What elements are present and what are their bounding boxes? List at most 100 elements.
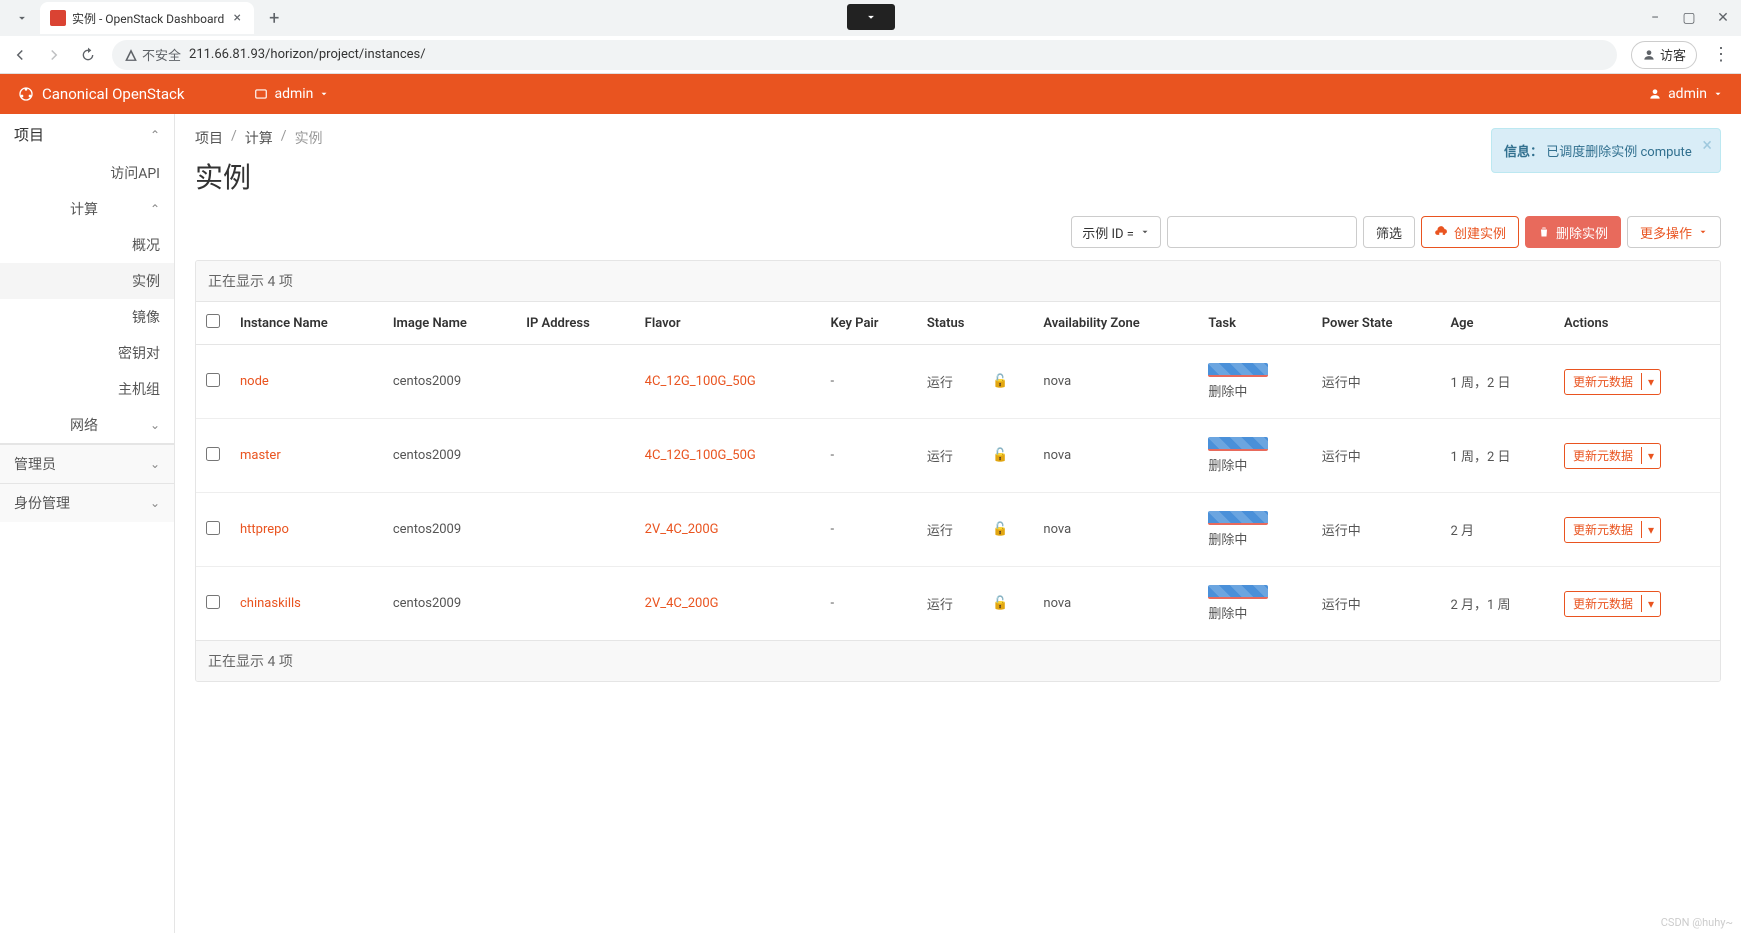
- col-flavor[interactable]: Flavor: [635, 302, 821, 345]
- instance-name-link[interactable]: httprepo: [240, 522, 289, 537]
- row-checkbox[interactable]: [206, 521, 220, 535]
- more-actions-button[interactable]: 更多操作: [1627, 216, 1721, 248]
- row-checkbox[interactable]: [206, 373, 220, 387]
- menu-icon[interactable]: ⋮: [1711, 41, 1731, 69]
- cell-keypair: -: [821, 493, 917, 567]
- cell-age: 1 周，2 日: [1440, 345, 1554, 419]
- col-ip-address[interactable]: IP Address: [516, 302, 634, 345]
- sidebar-section-identity[interactable]: 身份管理 ⌄: [0, 483, 174, 522]
- cell-az: nova: [1033, 493, 1198, 567]
- sidebar-label: 管理员: [14, 454, 56, 474]
- sidebar-item-instances[interactable]: 实例: [0, 263, 174, 299]
- sidebar-item-keypairs[interactable]: 密钥对: [0, 335, 174, 371]
- close-window-icon[interactable]: ✕: [1713, 8, 1733, 28]
- cell-image: centos2009: [383, 419, 516, 493]
- action-label[interactable]: 更新元数据: [1565, 447, 1642, 464]
- dropdown-badge[interactable]: [847, 4, 895, 30]
- browser-tab[interactable]: 实例 - OpenStack Dashboard ×: [40, 2, 254, 34]
- row-action-dropdown[interactable]: 更新元数据 ▾: [1564, 517, 1661, 543]
- action-label[interactable]: 更新元数据: [1565, 595, 1642, 612]
- user-icon: [1648, 87, 1662, 101]
- col-image-name[interactable]: Image Name: [383, 302, 516, 345]
- breadcrumb-link[interactable]: 项目: [195, 128, 223, 148]
- col-age[interactable]: Age: [1440, 302, 1554, 345]
- sidebar-sub-compute[interactable]: 计算 ⌃: [0, 191, 174, 227]
- back-icon[interactable]: [10, 45, 30, 65]
- row-checkbox[interactable]: [206, 595, 220, 609]
- table-footer: 正在显示 4 项: [196, 640, 1720, 681]
- sidebar-item-api-access[interactable]: 访问API: [0, 155, 174, 191]
- delete-instance-button[interactable]: 删除实例: [1525, 216, 1621, 248]
- cell-status: 运行: [917, 493, 982, 567]
- caret-down-icon[interactable]: ▾: [1642, 375, 1660, 389]
- cell-task: 删除中: [1198, 345, 1311, 419]
- filter-button[interactable]: 筛选: [1363, 216, 1415, 248]
- create-instance-button[interactable]: 创建实例: [1421, 216, 1519, 248]
- caret-down-icon[interactable]: ▾: [1642, 449, 1660, 463]
- breadcrumb-link[interactable]: 计算: [245, 128, 273, 148]
- sidebar-sub-network[interactable]: 网络 ⌄: [0, 407, 174, 443]
- cell-keypair: -: [821, 567, 917, 641]
- cell-image: centos2009: [383, 345, 516, 419]
- sidebar-item-server-groups[interactable]: 主机组: [0, 371, 174, 407]
- user-menu[interactable]: admin: [1648, 86, 1723, 102]
- tablist-dropdown-icon[interactable]: [8, 4, 36, 32]
- sidebar-item-images[interactable]: 镜像: [0, 299, 174, 335]
- minimize-icon[interactable]: −: [1645, 8, 1665, 28]
- progress-bar-icon: [1208, 511, 1268, 525]
- close-icon[interactable]: ×: [230, 11, 244, 25]
- row-action-dropdown[interactable]: 更新元数据 ▾: [1564, 443, 1661, 469]
- row-checkbox[interactable]: [206, 447, 220, 461]
- cell-power: 运行中: [1312, 493, 1441, 567]
- filter-input[interactable]: [1167, 216, 1357, 248]
- row-action-dropdown[interactable]: 更新元数据 ▾: [1564, 591, 1661, 617]
- flavor-link[interactable]: 2V_4C_200G: [645, 596, 719, 611]
- cell-status: 运行: [917, 345, 982, 419]
- col-power[interactable]: Power State: [1312, 302, 1441, 345]
- cell-status: 运行: [917, 567, 982, 641]
- maximize-icon[interactable]: ▢: [1679, 8, 1699, 28]
- forward-icon[interactable]: [44, 45, 64, 65]
- select-all-checkbox[interactable]: [206, 314, 220, 328]
- progress-bar-icon: [1208, 437, 1268, 451]
- toast-text: 已调度删除实例 compute: [1546, 145, 1691, 160]
- profile-badge[interactable]: 访客: [1631, 41, 1697, 69]
- col-status[interactable]: Status: [917, 302, 1034, 345]
- sidebar-section-project[interactable]: 项目 ⌃: [0, 114, 174, 155]
- col-actions: Actions: [1554, 302, 1720, 345]
- instance-name-link[interactable]: node: [240, 374, 269, 389]
- col-instance-name[interactable]: Instance Name: [230, 302, 383, 345]
- sidebar-item-overview[interactable]: 概况: [0, 227, 174, 263]
- nav-bar: 不安全 211.66.81.93/horizon/project/instanc…: [0, 36, 1741, 74]
- project-icon: [254, 87, 268, 101]
- filter-field-dropdown[interactable]: 示例 ID =: [1071, 216, 1161, 248]
- cell-actions: 更新元数据 ▾: [1554, 419, 1720, 493]
- close-icon[interactable]: ×: [1702, 135, 1712, 156]
- cell-ip: [516, 493, 634, 567]
- caret-down-icon[interactable]: ▾: [1642, 597, 1660, 611]
- action-label[interactable]: 更新元数据: [1565, 521, 1642, 538]
- instance-name-link[interactable]: master: [240, 448, 281, 463]
- flavor-link[interactable]: 2V_4C_200G: [645, 522, 719, 537]
- col-task[interactable]: Task: [1198, 302, 1311, 345]
- new-tab-button[interactable]: +: [260, 4, 288, 32]
- col-key-pair[interactable]: Key Pair: [821, 302, 917, 345]
- col-az[interactable]: Availability Zone: [1033, 302, 1198, 345]
- project-selector[interactable]: admin: [254, 86, 329, 102]
- instance-name-link[interactable]: chinaskills: [240, 596, 301, 611]
- url-text: 211.66.81.93/horizon/project/instances/: [189, 47, 426, 62]
- url-bar[interactable]: 不安全 211.66.81.93/horizon/project/instanc…: [112, 40, 1617, 70]
- flavor-link[interactable]: 4C_12G_100G_50G: [645, 374, 756, 389]
- sidebar-section-admin[interactable]: 管理员 ⌄: [0, 444, 174, 483]
- chevron-down-icon: ⌄: [150, 496, 160, 510]
- trash-icon: [1538, 226, 1550, 238]
- unlock-icon: 🔓: [992, 448, 1008, 463]
- brand[interactable]: Canonical OpenStack: [18, 85, 184, 103]
- action-label[interactable]: 更新元数据: [1565, 373, 1642, 390]
- cell-actions: 更新元数据 ▾: [1554, 345, 1720, 419]
- reload-icon[interactable]: [78, 45, 98, 65]
- caret-down-icon[interactable]: ▾: [1642, 523, 1660, 537]
- flavor-link[interactable]: 4C_12G_100G_50G: [645, 448, 756, 463]
- watermark: CSDN @huhy~: [1661, 916, 1733, 929]
- row-action-dropdown[interactable]: 更新元数据 ▾: [1564, 369, 1661, 395]
